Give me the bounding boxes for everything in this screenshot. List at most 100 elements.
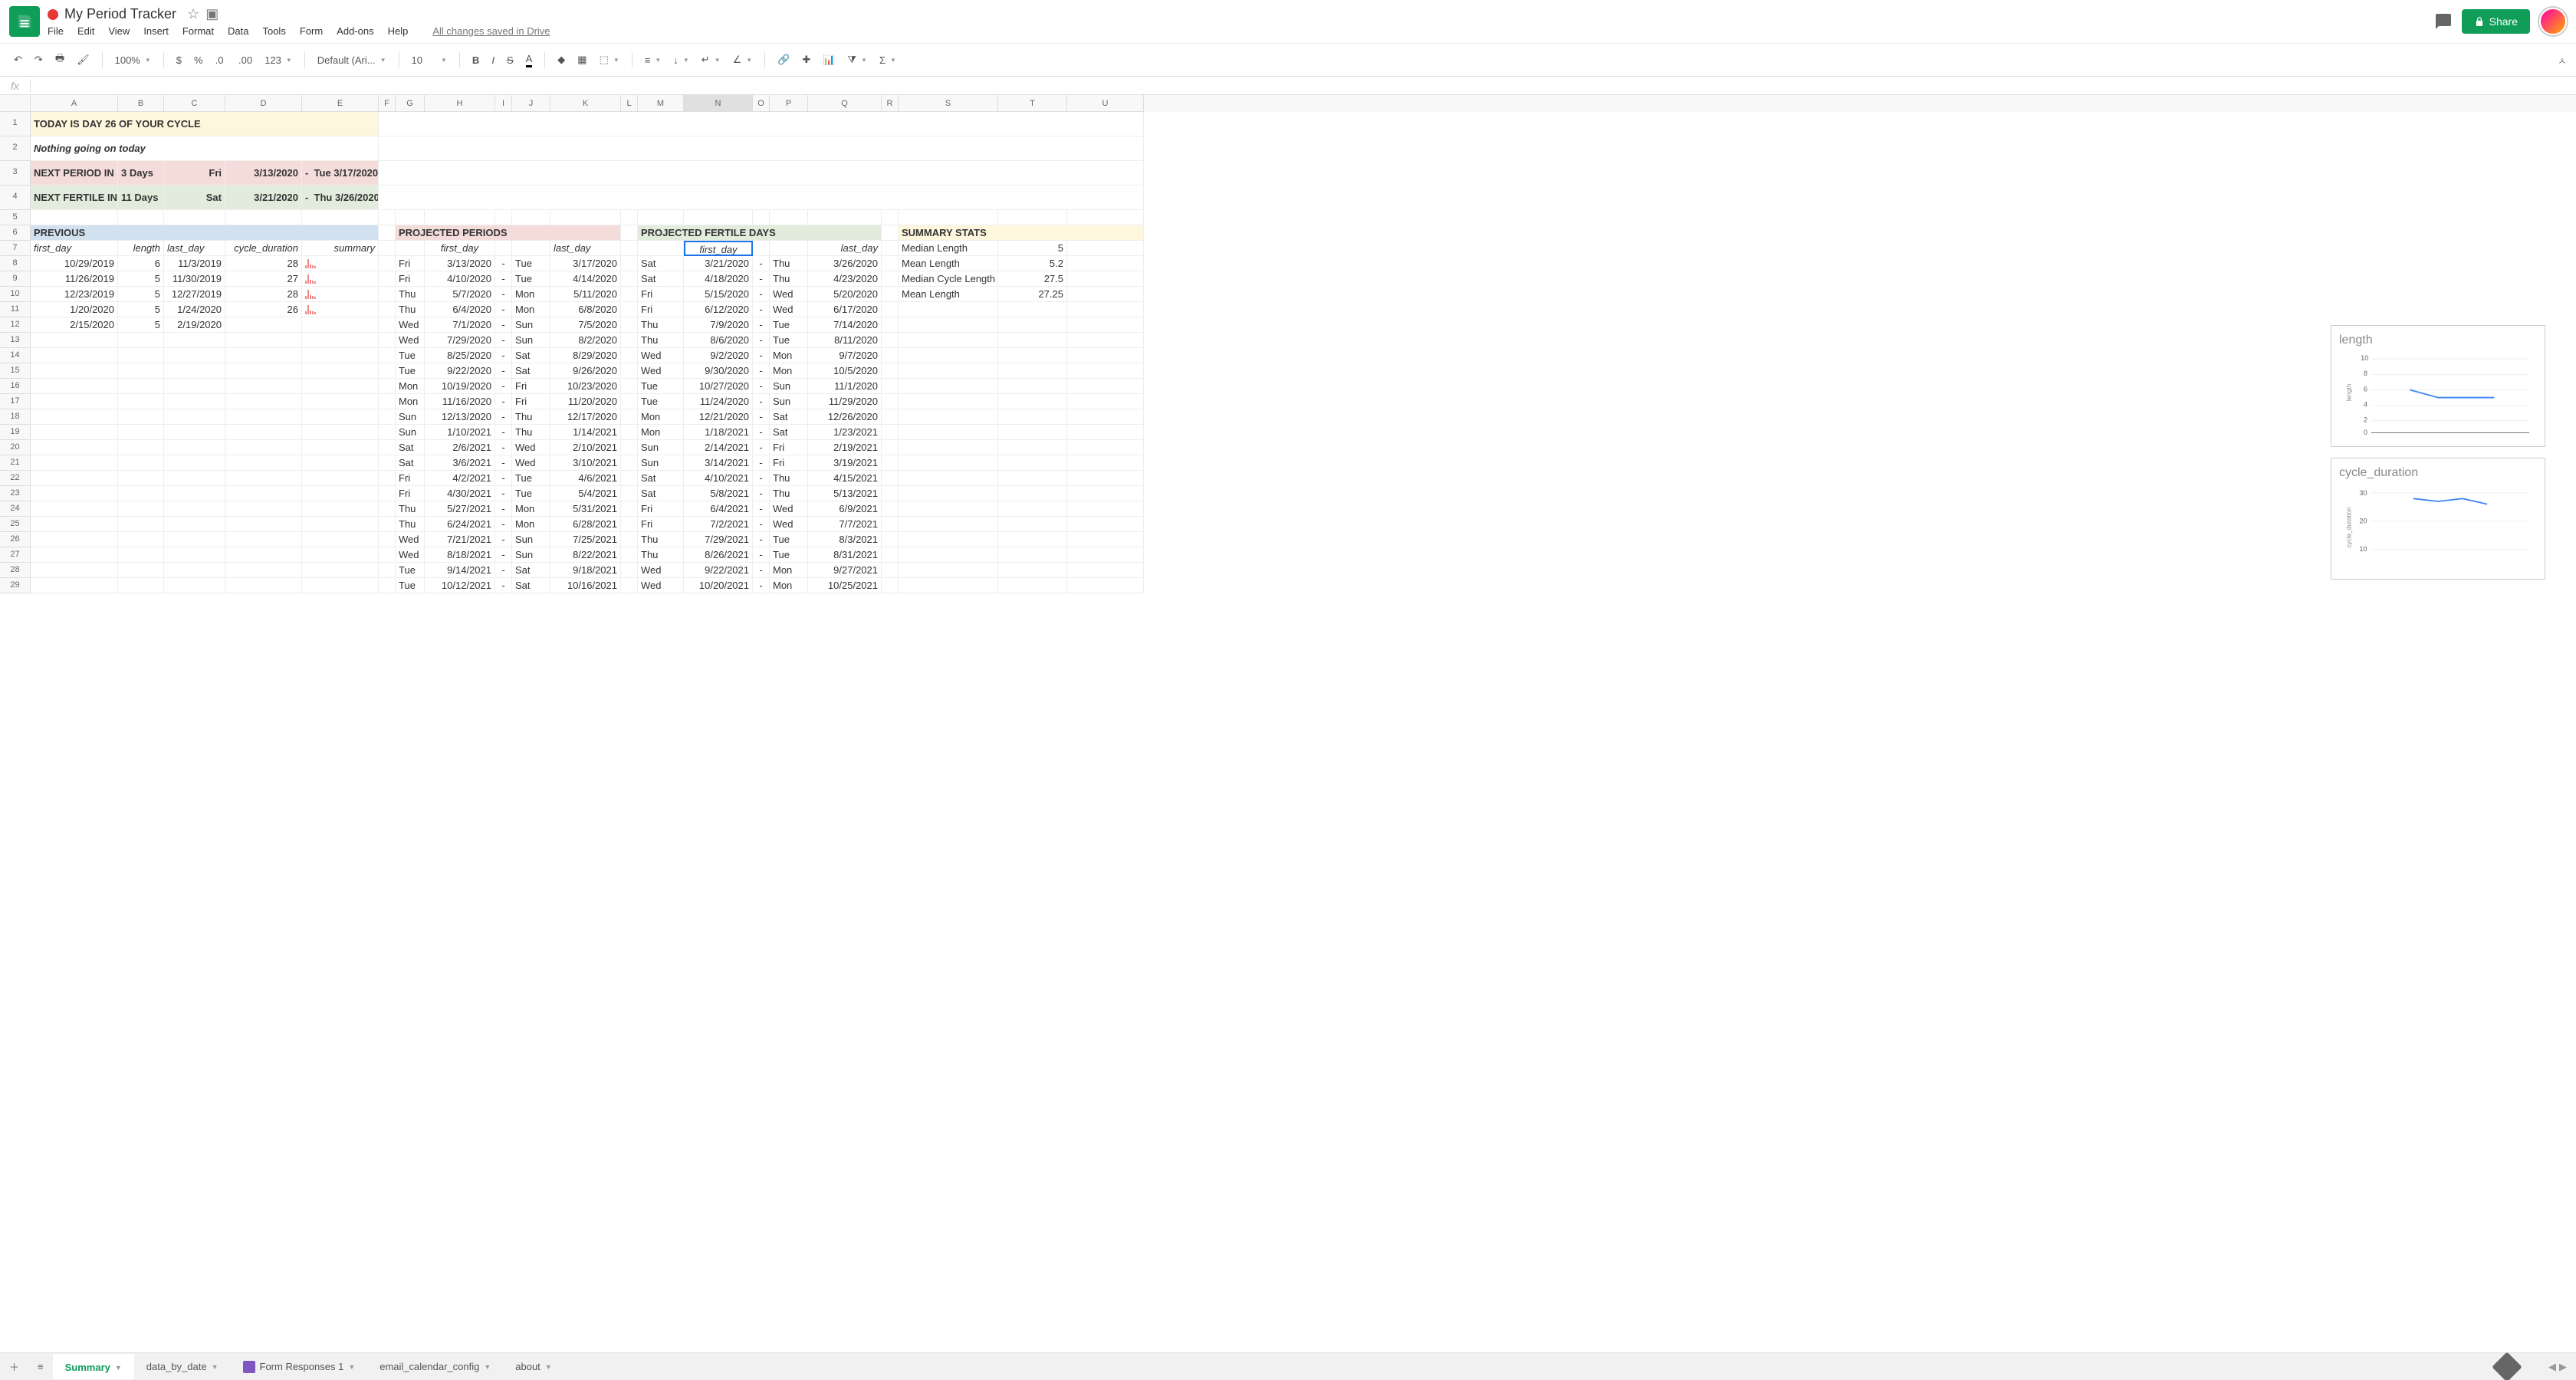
cell[interactable] — [31, 455, 118, 471]
cell[interactable] — [621, 363, 638, 379]
menu-view[interactable]: View — [108, 25, 130, 37]
cell[interactable]: Thu — [770, 271, 808, 287]
cell[interactable]: Tue — [770, 547, 808, 563]
cell[interactable] — [770, 210, 808, 225]
cell[interactable] — [998, 425, 1067, 440]
cell[interactable] — [882, 425, 899, 440]
cell[interactable] — [1067, 440, 1144, 455]
cell[interactable]: 10/12/2021 — [425, 578, 495, 593]
paint-format-icon[interactable]: 🖌 — [72, 51, 94, 69]
cell[interactable] — [379, 241, 396, 256]
row-header[interactable]: 17 — [0, 394, 31, 409]
cell[interactable] — [882, 302, 899, 317]
cell[interactable]: Fri — [396, 471, 425, 486]
cell[interactable] — [118, 563, 164, 578]
cell[interactable]: 7/29/2020 — [425, 333, 495, 348]
cell[interactable] — [998, 517, 1067, 532]
col-header-S[interactable]: S — [899, 95, 998, 112]
cell[interactable]: - — [495, 440, 512, 455]
cell[interactable]: 27.5 — [998, 271, 1067, 287]
cell[interactable]: Wed — [512, 455, 550, 471]
cell[interactable] — [118, 348, 164, 363]
cell[interactable] — [425, 210, 495, 225]
cell[interactable]: - — [495, 425, 512, 440]
cell[interactable] — [225, 486, 302, 501]
cell[interactable] — [684, 210, 753, 225]
cell[interactable] — [998, 302, 1067, 317]
cell[interactable] — [512, 210, 550, 225]
cell[interactable]: - — [753, 287, 770, 302]
cell[interactable] — [225, 563, 302, 578]
cell[interactable]: 12/13/2020 — [425, 409, 495, 425]
cell[interactable]: 8/31/2021 — [808, 547, 882, 563]
cell[interactable] — [899, 578, 998, 593]
cell[interactable] — [118, 517, 164, 532]
cell[interactable]: 5/31/2021 — [550, 501, 621, 517]
cell[interactable] — [882, 333, 899, 348]
cell[interactable]: 7/1/2020 — [425, 317, 495, 333]
borders-icon[interactable]: ▦ — [573, 51, 591, 69]
cell[interactable]: Fri — [638, 517, 684, 532]
cell[interactable] — [621, 241, 638, 256]
cell[interactable]: 10/5/2020 — [808, 363, 882, 379]
sheet-tab-form-responses-1[interactable]: Form Responses 1▼ — [231, 1354, 368, 1379]
cell[interactable]: Tue — [638, 379, 684, 394]
wrap-icon[interactable]: ↵▼ — [697, 52, 725, 67]
cell[interactable] — [302, 333, 379, 348]
cell[interactable]: Mon — [512, 517, 550, 532]
col-header-C[interactable]: C — [164, 95, 225, 112]
cell[interactable] — [899, 333, 998, 348]
col-header-I[interactable]: I — [495, 95, 512, 112]
row-header[interactable]: 5 — [0, 210, 31, 225]
cell[interactable] — [164, 501, 225, 517]
cell[interactable] — [31, 532, 118, 547]
cell[interactable]: - — [753, 517, 770, 532]
cell[interactable] — [621, 501, 638, 517]
cell[interactable]: Sat — [770, 425, 808, 440]
cell[interactable]: - — [495, 471, 512, 486]
cell[interactable] — [998, 317, 1067, 333]
cell[interactable] — [1067, 563, 1144, 578]
cell[interactable] — [998, 455, 1067, 471]
cell[interactable]: Thu — [512, 425, 550, 440]
cell[interactable] — [302, 271, 379, 287]
cell[interactable]: 9/2/2020 — [684, 348, 753, 363]
cell[interactable]: cycle_duration — [225, 241, 302, 256]
cell[interactable] — [118, 455, 164, 471]
cell[interactable]: 12/17/2020 — [550, 409, 621, 425]
cell[interactable]: 12/26/2020 — [808, 409, 882, 425]
cell[interactable] — [379, 440, 396, 455]
cell[interactable]: Sat — [512, 578, 550, 593]
cell[interactable]: - — [495, 501, 512, 517]
col-header-U[interactable]: U — [1067, 95, 1144, 112]
cell[interactable] — [302, 532, 379, 547]
cell[interactable]: 11/26/2019 — [31, 271, 118, 287]
cell[interactable]: 4/6/2021 — [550, 471, 621, 486]
cell[interactable]: 8/18/2021 — [425, 547, 495, 563]
cell[interactable] — [1067, 501, 1144, 517]
cell[interactable] — [621, 379, 638, 394]
row-header[interactable]: 1 — [0, 112, 31, 136]
number-format-select[interactable]: 123▼ — [260, 53, 297, 67]
cell[interactable]: 2/19/2020 — [164, 317, 225, 333]
cell[interactable]: 7/9/2020 — [684, 317, 753, 333]
cell[interactable] — [225, 425, 302, 440]
cell[interactable]: Sat — [512, 563, 550, 578]
cell[interactable]: Thu — [396, 501, 425, 517]
cell[interactable] — [379, 501, 396, 517]
cell[interactable] — [899, 547, 998, 563]
cell[interactable]: 5/8/2021 — [684, 486, 753, 501]
cell[interactable] — [1067, 578, 1144, 593]
cell[interactable] — [899, 348, 998, 363]
cell[interactable]: Sun — [512, 333, 550, 348]
cell[interactable]: 1/20/2020 — [31, 302, 118, 317]
cell[interactable] — [1067, 333, 1144, 348]
cell[interactable]: Wed — [770, 501, 808, 517]
cell[interactable] — [225, 394, 302, 409]
cell[interactable]: 3/21/2020 — [684, 256, 753, 271]
cell[interactable] — [379, 271, 396, 287]
cell[interactable]: 10/20/2021 — [684, 578, 753, 593]
cell[interactable]: Fri — [164, 161, 225, 186]
cell[interactable] — [118, 486, 164, 501]
increase-decimal-icon[interactable]: .00 — [234, 51, 257, 69]
